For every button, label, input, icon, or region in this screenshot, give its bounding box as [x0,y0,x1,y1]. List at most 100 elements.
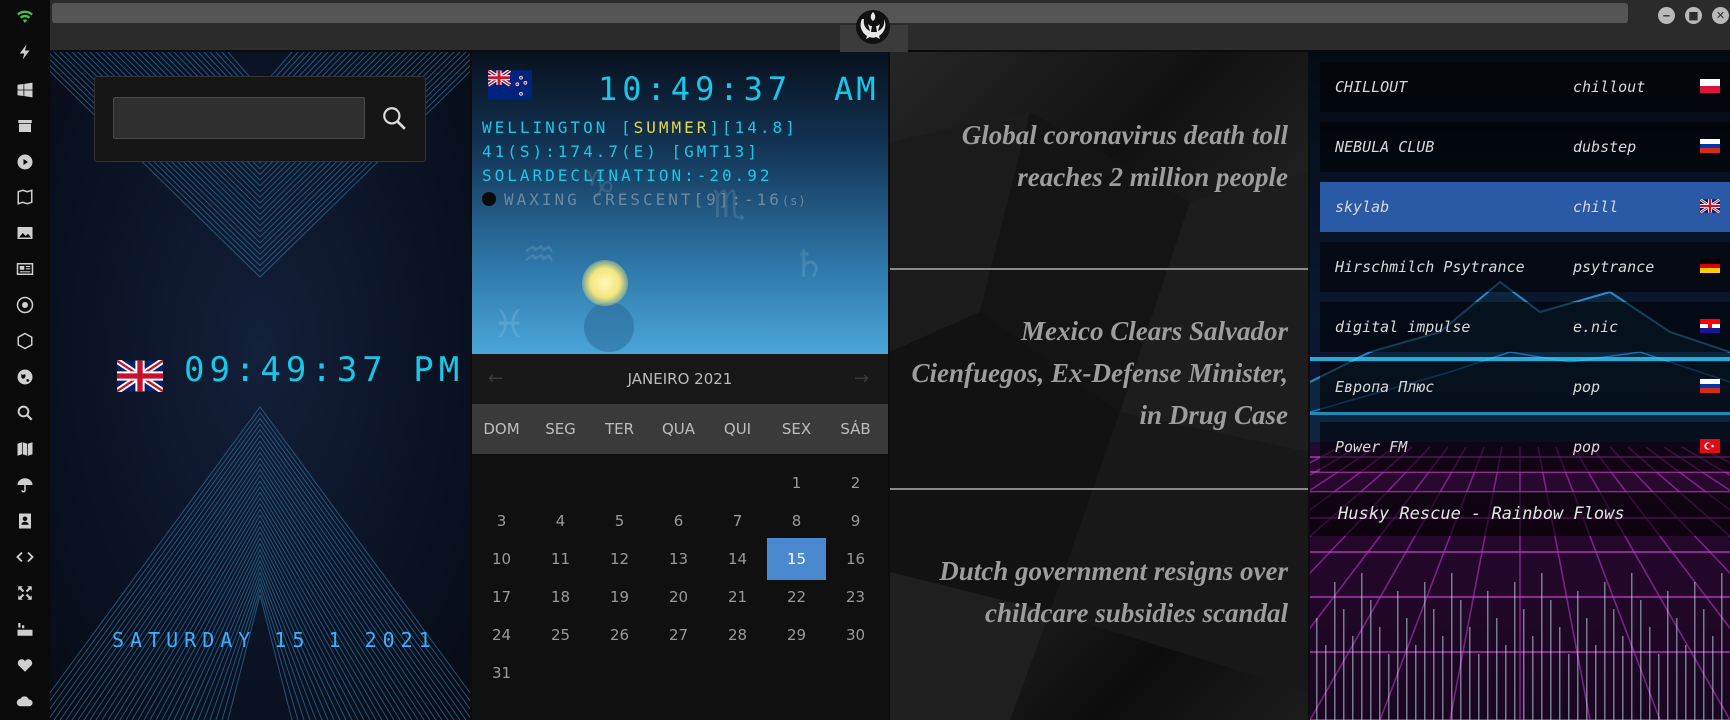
bolt-icon[interactable] [13,40,37,64]
calendar-day[interactable]: 16 [826,538,885,580]
calendar-day-selected[interactable]: 15 [767,538,826,580]
wifi-icon[interactable] [13,5,37,29]
rebel-alliance-icon[interactable] [853,6,893,46]
calendar-day[interactable]: 1 [767,462,826,504]
calendar-day[interactable]: 13 [649,538,708,580]
calendar-day[interactable]: 22 [767,576,826,618]
station-name: NEBULA CLUB [1335,138,1435,156]
now-playing-text: Husky Rescue - Rainbow Flows [1338,504,1625,524]
expand-icon[interactable] [13,581,37,605]
map-book-icon[interactable] [13,185,37,209]
calendar-day[interactable]: 23 [826,576,885,618]
search-icon[interactable] [13,401,37,425]
news-icon[interactable] [13,257,37,281]
app-sidebar [0,0,50,720]
station-row[interactable]: Европа Плюс pop [1320,362,1730,412]
station-row[interactable]: Power FM pop [1320,422,1730,472]
station-row[interactable]: digital impulse e.nic [1320,302,1730,352]
station-name: digital impulse [1335,318,1471,336]
search-box [94,76,426,162]
weekday-label: TER [604,420,635,438]
code-icon[interactable] [13,545,37,569]
calendar-day[interactable]: 5 [590,500,649,542]
calendar-day[interactable]: 27 [649,614,708,656]
calendar-day[interactable]: 21 [708,576,767,618]
calendar-day[interactable]: 4 [531,500,590,542]
calendar-day[interactable]: 18 [531,576,590,618]
umbrella-icon[interactable] [13,473,37,497]
russia-flag [1700,139,1720,153]
calendar-day[interactable]: 28 [708,614,767,656]
news-divider [890,488,1308,490]
station-name: Power FM [1335,438,1408,456]
windows-icon[interactable] [13,78,37,102]
nz-clock-calendar-panel: ♑ ♏ ♒ ♄ ♓ 10:49:37 AM WELLINGTON [SUMMER… [472,52,888,720]
map-icon[interactable] [13,437,37,461]
heart-icon[interactable] [13,653,37,677]
calendar-day[interactable]: 29 [767,614,826,656]
calendar-day[interactable]: 17 [472,576,531,618]
news-headline[interactable]: Global coronavirus death toll reaches 2 … [910,114,1288,198]
station-row[interactable]: NEBULA CLUB dubstep [1320,122,1730,172]
station-genre: psytrance [1573,258,1655,276]
calendar-day[interactable]: 8 [767,500,826,542]
calendar-day[interactable]: 7 [708,500,767,542]
moon-phase-unit: (s) [781,194,807,208]
search-icon [383,107,406,130]
moon-phase-text: WAXING CRESCENT[9]:-16 [504,190,782,209]
calendar-day[interactable]: 25 [531,614,590,656]
next-month-button[interactable]: → [854,354,869,404]
poland-flag [1700,79,1720,93]
uk-clock-panel: 09:49:37 PM SATURDAY 15 1 2021 [50,52,470,720]
maximize-button[interactable]: ■ [1685,7,1702,24]
archive-icon[interactable] [13,114,37,138]
station-row[interactable]: Hirschmilch Psytrance psytrance [1320,242,1730,292]
cloud-icon[interactable] [13,689,37,713]
aperture-icon[interactable] [13,293,37,317]
news-panel: Global coronavirus death toll reaches 2 … [890,52,1308,720]
calendar-day[interactable]: 2 [826,462,885,504]
close-button[interactable]: ✕ [1712,7,1729,24]
calendar-day[interactable]: 20 [649,576,708,618]
station-genre: dubstep [1573,138,1637,156]
calendar-day[interactable]: 9 [826,500,885,542]
weekday-label: SEX [781,420,812,438]
calendar-day[interactable]: 6 [649,500,708,542]
search-button[interactable] [373,97,415,139]
news-headline[interactable]: Mexico Clears Salvador Cienfuegos, Ex-De… [910,310,1288,436]
youtube-icon[interactable] [13,617,37,641]
news-headline[interactable]: Dutch government resigns over childcare … [910,550,1288,634]
calendar-day[interactable]: 10 [472,538,531,580]
sky-scene: ♑ ♏ ♒ ♄ ♓ 10:49:37 AM WELLINGTON [SUMMER… [472,52,888,354]
calendar-day[interactable]: 14 [708,538,767,580]
calendar-day[interactable]: 12 [590,538,649,580]
calendar-day[interactable]: 19 [590,576,649,618]
uk-flag [117,360,163,392]
station-row-selected[interactable]: skylab chill [1320,182,1730,232]
calendar-day[interactable]: 31 [472,652,531,694]
prev-month-button[interactable]: ← [488,354,503,404]
season-label: SUMMER [633,118,710,137]
globe-icon[interactable] [13,365,37,389]
station-name: CHILLOUT [1335,78,1408,96]
minimize-button[interactable]: ‒ [1658,7,1675,24]
station-row[interactable]: CHILLOUT chillout [1320,62,1730,112]
germany-flag [1700,259,1720,273]
calendar-day[interactable]: 26 [590,614,649,656]
now-playing-bar[interactable]: Husky Rescue - Rainbow Flows [1310,492,1730,536]
image-icon[interactable] [13,221,37,245]
zodiac-glyph: ♓ [492,302,527,346]
window-titlebar: ‒ ■ ✕ [50,0,1730,52]
location-prefix: WELLINGTON [ [482,118,634,137]
search-input[interactable] [113,97,365,139]
russia-flag [1700,379,1720,393]
calendar-day[interactable]: 3 [472,500,531,542]
calendar-day[interactable]: 24 [472,614,531,656]
contact-icon[interactable] [13,509,37,533]
calendar-day[interactable]: 11 [531,538,590,580]
play-icon[interactable] [13,150,37,174]
weekday-label: DOM [483,420,520,438]
hexagon-icon[interactable] [13,329,37,353]
calendar-day[interactable]: 30 [826,614,885,656]
station-genre: e.nic [1573,318,1619,336]
